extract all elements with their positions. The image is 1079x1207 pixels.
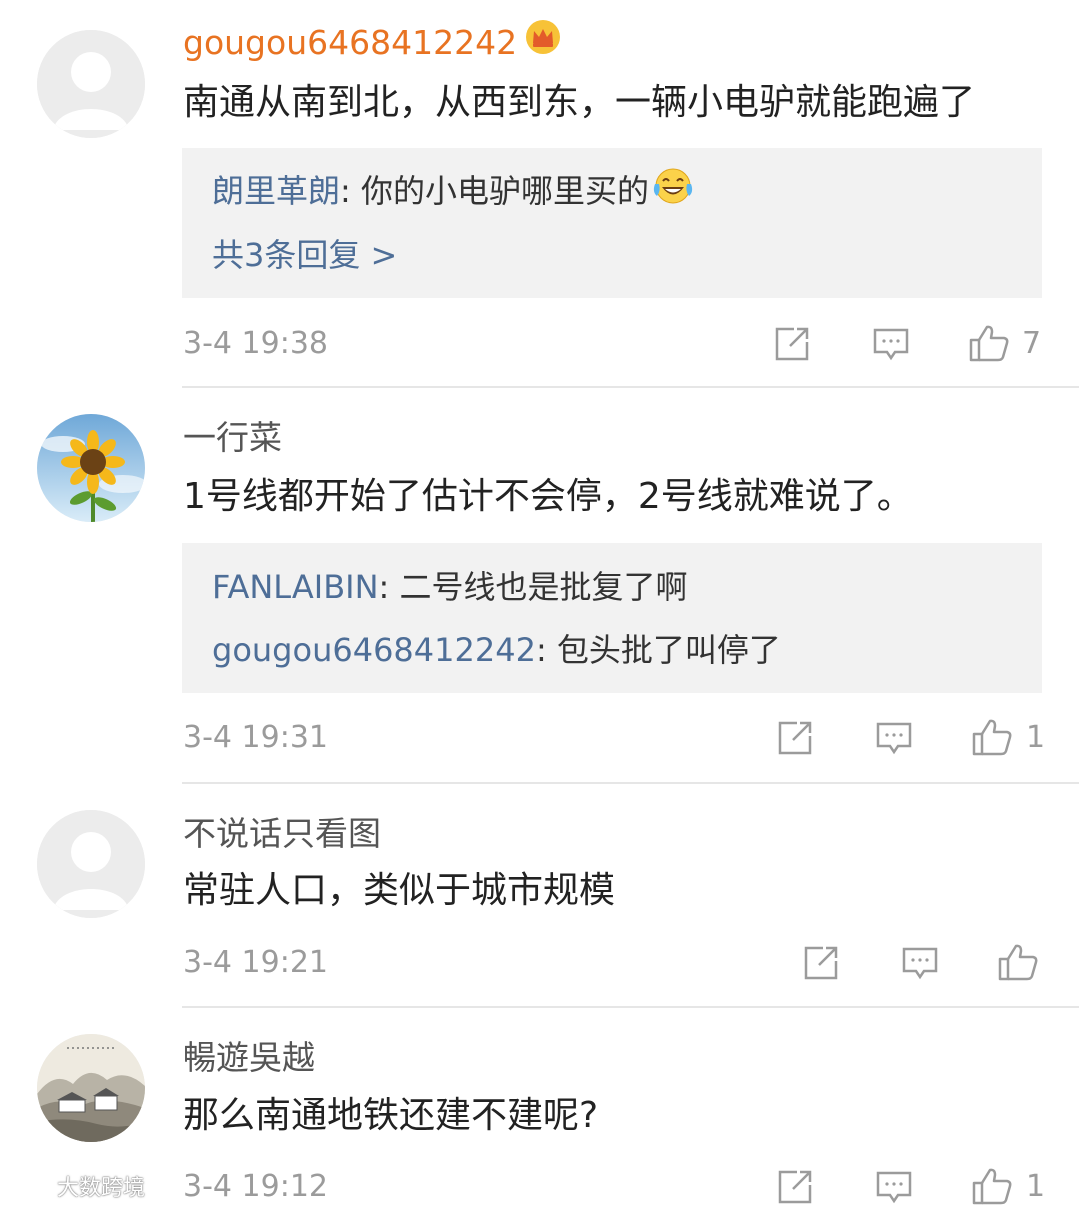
like-count: 7 — [1022, 326, 1042, 361]
share-icon[interactable] — [801, 943, 841, 983]
comment-text: 常驻人口，类似于城市规模 — [183, 870, 616, 911]
reply-username[interactable]: gougou6468412242 — [212, 631, 536, 669]
reply-text: : 二号线也是批复了啊 — [378, 568, 688, 606]
reply-line: 朗里革朗: 你的小电驴哪里买的 — [212, 168, 695, 215]
default-avatar-icon[interactable] — [37, 30, 145, 138]
like-icon[interactable] — [968, 322, 1009, 362]
reply-line: gougou6468412242: 包头批了叫停了 — [212, 630, 781, 670]
comment-text: 南通从南到北，从西到东，一辆小电驴就能跑遍了 — [183, 82, 976, 123]
reply-preview-box[interactable]: FANLAIBIN: 二号线也是批复了啊 gougou6468412242: 包… — [182, 543, 1042, 693]
comment-username[interactable]: 不说话只看图 — [183, 814, 381, 854]
comment-icon[interactable] — [871, 324, 911, 364]
watermark-text: 大数跨境 — [57, 1176, 146, 1201]
laughing-tears-emoji-icon — [651, 166, 695, 215]
landscape-painting-avatar-icon[interactable] — [37, 1034, 145, 1142]
sunflower-avatar-icon[interactable] — [37, 414, 145, 522]
comment-icon[interactable] — [900, 943, 940, 983]
comment-text: 1号线都开始了估计不会停，2号线就难说了。 — [183, 476, 913, 517]
reply-line: FANLAIBIN: 二号线也是批复了啊 — [212, 567, 687, 607]
comment-icon[interactable] — [874, 1167, 914, 1207]
reply-username[interactable]: FANLAIBIN — [212, 568, 379, 606]
comment-timestamp: 3-4 19:12 — [183, 1169, 328, 1204]
comment-username[interactable]: 暢遊吳越 — [183, 1038, 315, 1078]
like-icon[interactable] — [971, 1165, 1012, 1205]
reply-text: : 包头批了叫停了 — [535, 631, 781, 669]
reply-preview-box[interactable]: 朗里革朗: 你的小电驴哪里买的 共3条回复 > — [182, 148, 1042, 298]
like-count: 1 — [1026, 1169, 1046, 1204]
comment-timestamp: 3-4 19:21 — [183, 945, 328, 980]
comment-text: 那么南通地铁还建不建呢? — [183, 1095, 599, 1136]
like-count: 1 — [1026, 720, 1046, 755]
watermark: 大数跨境 — [6, 1170, 145, 1202]
view-all-replies-link[interactable]: 共3条回复 > — [212, 235, 397, 275]
reply-text: : 你的小电驴哪里买的 — [340, 172, 649, 210]
crown-icon — [525, 19, 561, 64]
comment-username[interactable]: 一行菜 — [183, 418, 282, 458]
share-icon[interactable] — [775, 1167, 815, 1207]
divider — [182, 1006, 1079, 1008]
reply-username[interactable]: 朗里革朗 — [212, 172, 340, 210]
share-icon[interactable] — [772, 324, 812, 364]
watermark-logo-icon — [6, 1176, 57, 1201]
comment-username[interactable]: gougou6468412242 — [183, 20, 561, 64]
divider — [182, 386, 1079, 388]
share-icon[interactable] — [775, 718, 815, 758]
like-icon[interactable] — [971, 716, 1012, 756]
divider — [182, 782, 1079, 784]
default-avatar-icon[interactable] — [37, 810, 145, 918]
comment-timestamp: 3-4 19:31 — [183, 720, 328, 755]
comment-icon[interactable] — [874, 718, 914, 758]
comment-timestamp: 3-4 19:38 — [183, 326, 328, 361]
like-icon[interactable] — [997, 941, 1038, 981]
